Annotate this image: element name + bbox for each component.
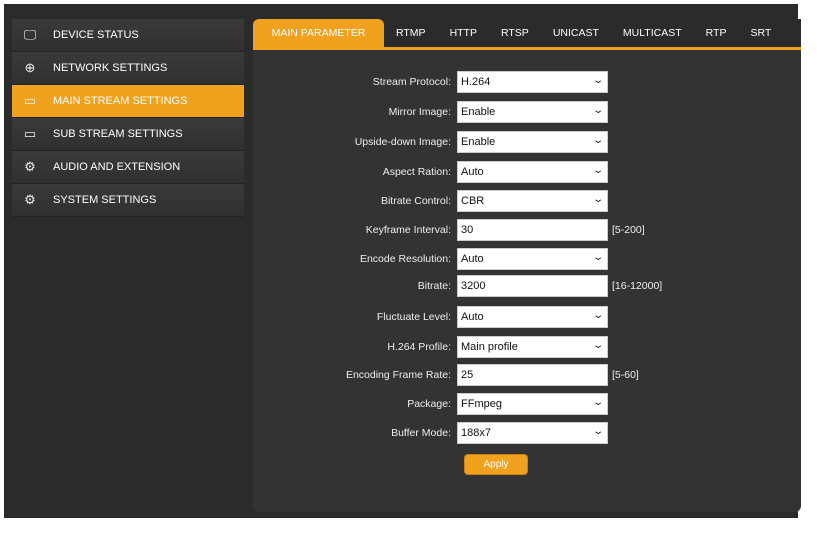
tab-rtsp[interactable]: RTSP — [489, 19, 541, 47]
main-panel: MAIN PARAMETER RTMP HTTP RTSP UNICAST MU… — [253, 19, 801, 512]
bitrate-control-select[interactable]: CBR ⌄ — [457, 190, 608, 212]
select-value: FFmpeg — [461, 398, 502, 410]
upside-down-row: Upside-down Image: Enable ⌄ — [253, 131, 801, 153]
monitor-icon: 🖵 — [23, 27, 37, 42]
keyframe-interval-input[interactable]: 30 — [457, 219, 608, 241]
chevron-down-icon: ⌄ — [591, 310, 604, 321]
sidebar-item-sub-stream-settings[interactable]: ▭ SUB STREAM SETTINGS — [12, 118, 244, 151]
field-label: Aspect Ration: — [382, 166, 451, 178]
package-select[interactable]: FFmpeg ⌄ — [457, 393, 608, 415]
field-label: Bitrate: — [417, 280, 451, 292]
sidebar-item-label: SUB STREAM SETTINGS — [53, 128, 183, 140]
field-label: Encoding Frame Rate: — [345, 369, 451, 381]
chevron-down-icon: ⌄ — [591, 135, 604, 146]
field-label: Stream Protocol: — [372, 76, 451, 88]
frame-rate-input[interactable]: 25 — [457, 364, 608, 386]
stream-protocol-select[interactable]: H.264 ⌄ — [457, 71, 608, 93]
stream-icon: ▭ — [23, 126, 37, 141]
sidebar-item-network-settings[interactable]: ⊕ NETWORK SETTINGS — [12, 52, 244, 85]
input-value: 30 — [461, 224, 474, 236]
sidebar-item-audio-and-extension[interactable]: ⚙ AUDIO AND EXTENSION — [12, 151, 244, 184]
tab-bar: MAIN PARAMETER RTMP HTTP RTSP UNICAST MU… — [253, 19, 801, 50]
apply-button[interactable]: Apply — [464, 454, 528, 475]
stream-protocol-row: Stream Protocol: H.264 ⌄ — [253, 71, 801, 93]
tab-main-parameter[interactable]: MAIN PARAMETER — [253, 19, 384, 47]
profile-row: H.264 Profile: Main profile ⌄ — [253, 336, 801, 358]
aspect-ratio-row: Aspect Ration: Auto ⌄ — [253, 161, 801, 183]
mirror-image-row: Mirror Image: Enable ⌄ — [253, 101, 801, 123]
field-label: Mirror Image: — [388, 106, 451, 118]
select-value: Auto — [461, 253, 484, 265]
input-value: 25 — [461, 369, 474, 381]
dotted-gear-icon: ⚙ — [24, 159, 36, 174]
chevron-down-icon: ⌄ — [591, 397, 604, 408]
package-row: Package: FFmpeg ⌄ — [253, 393, 801, 415]
chevron-down-icon: ⌄ — [591, 340, 604, 351]
tab-rtp[interactable]: RTP — [694, 19, 739, 47]
input-value: 3200 — [461, 280, 486, 292]
select-value: CBR — [461, 195, 485, 207]
field-label: Encode Resolution: — [359, 253, 451, 265]
field-label: Keyframe Interval: — [365, 224, 451, 236]
chevron-down-icon: ⌄ — [591, 426, 604, 437]
keyframe-row: Keyframe Interval: 30 [5-200] — [253, 219, 801, 241]
gear-icon: ⚙ — [24, 192, 36, 207]
buffer-mode-select[interactable]: 188x7 ⌄ — [457, 422, 608, 444]
field-label: Bitrate Control: — [380, 195, 451, 207]
field-label: Upside-down Image: — [354, 136, 451, 148]
sidebar-item-label: DEVICE STATUS — [53, 29, 139, 41]
field-label: H.264 Profile: — [387, 341, 451, 353]
tab-rtmp[interactable]: RTMP — [384, 19, 438, 47]
chevron-down-icon: ⌄ — [591, 165, 604, 176]
field-label: Fluctuate Level: — [376, 311, 451, 323]
fluctuate-level-select[interactable]: Auto ⌄ — [457, 306, 608, 328]
select-value: H.264 — [461, 76, 491, 88]
select-value: 188x7 — [461, 427, 491, 439]
sidebar-item-label: AUDIO AND EXTENSION — [53, 161, 181, 173]
globe-icon: ⊕ — [24, 60, 36, 75]
select-value: Auto — [461, 311, 484, 323]
field-label: Buffer Mode: — [391, 427, 451, 439]
h264-profile-select[interactable]: Main profile ⌄ — [457, 336, 608, 358]
tab-srt[interactable]: SRT — [738, 19, 783, 47]
chevron-down-icon: ⌄ — [591, 252, 604, 263]
sidebar-item-label: NETWORK SETTINGS — [53, 62, 168, 74]
select-value: Main profile — [461, 341, 518, 353]
range-hint: [16-12000] — [612, 280, 663, 292]
sidebar: 🖵 DEVICE STATUS ⊕ NETWORK SETTINGS ▭ MAIN S… — [12, 19, 244, 217]
sidebar-item-label: SYSTEM SETTINGS — [53, 194, 157, 206]
bitrate-input[interactable]: 3200 — [457, 275, 608, 297]
framerate-row: Encoding Frame Rate: 25 [5-60] — [253, 364, 801, 386]
select-value: Enable — [461, 136, 496, 148]
chevron-down-icon: ⌄ — [591, 75, 604, 86]
aspect-ratio-select[interactable]: Auto ⌄ — [457, 161, 608, 183]
range-hint: [5-200] — [612, 224, 645, 236]
app-window: 🖵 DEVICE STATUS ⊕ NETWORK SETTINGS ▭ MAIN S… — [4, 4, 801, 518]
buffer-mode-row: Buffer Mode: 188x7 ⌄ — [253, 422, 801, 444]
sidebar-item-main-stream-settings[interactable]: ▭ MAIN STREAM SETTINGS — [12, 85, 244, 118]
mirror-image-select[interactable]: Enable ⌄ — [457, 101, 608, 123]
bitrate-control-row: Bitrate Control: CBR ⌄ — [253, 190, 801, 212]
field-label: Package: — [407, 398, 451, 410]
encode-resolution-select[interactable]: Auto ⌄ — [457, 248, 608, 270]
tab-multicast[interactable]: MULTICAST — [611, 19, 694, 47]
chevron-down-icon: ⌄ — [591, 194, 604, 205]
bitrate-row: Bitrate: 3200 [16-12000] — [253, 275, 801, 297]
sidebar-item-label: MAIN STREAM SETTINGS — [53, 95, 188, 107]
sidebar-item-device-status[interactable]: 🖵 DEVICE STATUS — [12, 19, 244, 52]
upside-down-select[interactable]: Enable ⌄ — [457, 131, 608, 153]
fluctuate-row: Fluctuate Level: Auto ⌄ — [253, 306, 801, 328]
stream-icon: ▭ — [23, 93, 37, 108]
sidebar-item-system-settings[interactable]: ⚙ SYSTEM SETTINGS — [12, 184, 244, 217]
tab-http[interactable]: HTTP — [438, 19, 489, 47]
resolution-row: Encode Resolution: Auto ⌄ — [253, 248, 801, 270]
chevron-down-icon: ⌄ — [591, 105, 604, 116]
select-value: Enable — [461, 106, 496, 118]
range-hint: [5-60] — [612, 369, 639, 381]
tab-unicast[interactable]: UNICAST — [541, 19, 611, 47]
select-value: Auto — [461, 166, 484, 178]
